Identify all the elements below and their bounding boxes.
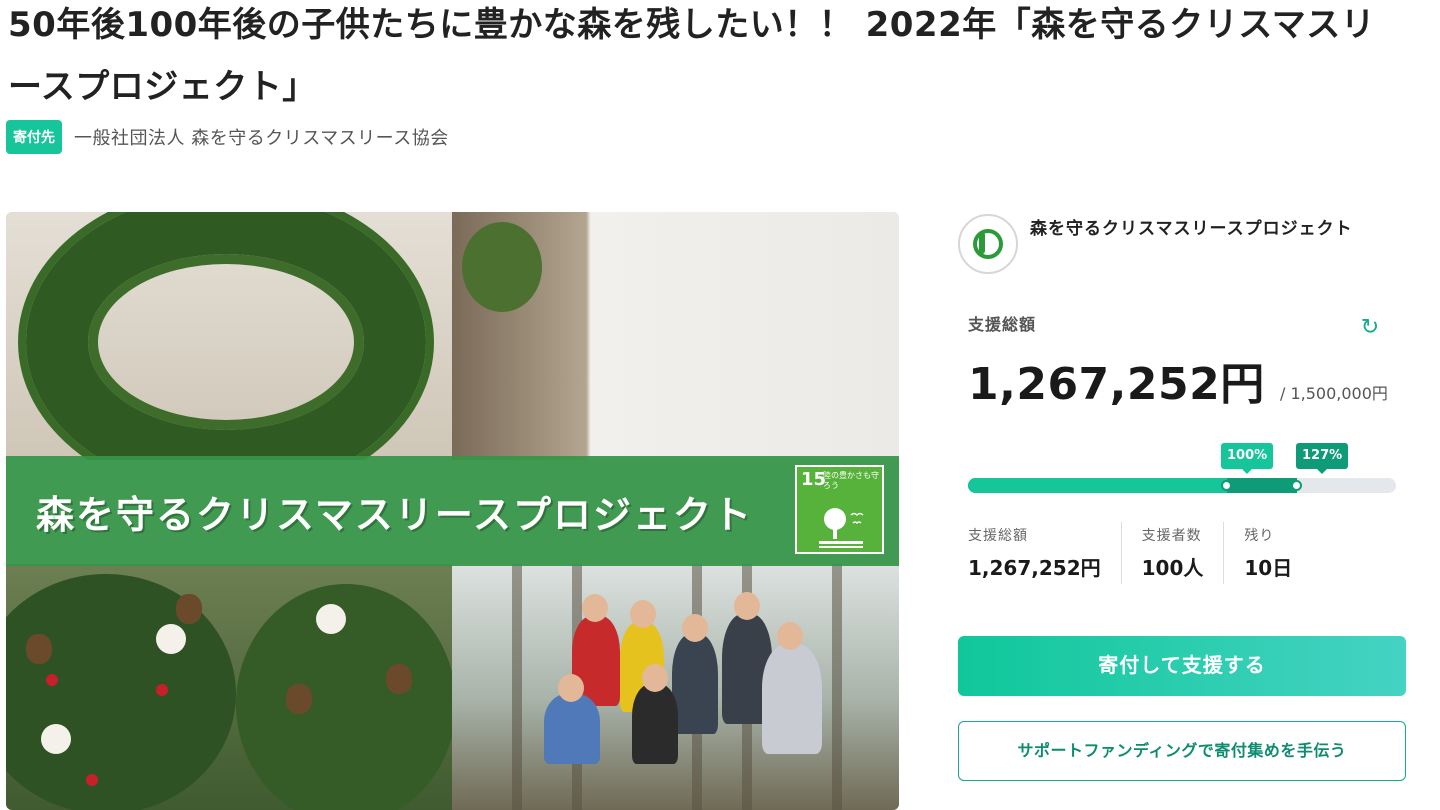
- head-shape: [558, 674, 584, 702]
- pinecone-shape: [386, 664, 412, 694]
- recipient-badge: 寄付先: [6, 120, 62, 154]
- pinecone-shape: [286, 684, 312, 714]
- tree-circle-logo-icon[interactable]: [958, 214, 1018, 274]
- logo-leaf: [979, 232, 985, 254]
- stat-supporters: 支援者数 100人: [1142, 522, 1225, 584]
- head-shape: [734, 592, 760, 620]
- photo-group-forest: [452, 564, 899, 810]
- pinecone-shape: [26, 634, 52, 664]
- refresh-icon[interactable]: ↻: [1358, 316, 1382, 340]
- cotton-shape: [316, 604, 346, 634]
- stat-remaining: 残り 10日: [1244, 522, 1312, 584]
- progress-tag-current: 127%: [1296, 443, 1349, 474]
- pinecone-shape: [176, 594, 202, 624]
- stat-total: 支援総額 1,267,252円: [968, 522, 1122, 584]
- stat-label: 支援者数: [1141, 528, 1202, 544]
- hero-banner-text: 森を守るクリスマスリースプロジェクト: [36, 493, 753, 537]
- plant-shape: [462, 222, 542, 312]
- head-shape: [682, 614, 708, 642]
- head-shape: [630, 600, 656, 628]
- progress-tag-goal: 100%: [1221, 443, 1274, 474]
- total-label: 支援総額: [968, 315, 1037, 334]
- goal-amount: / 1,500,000円: [1280, 384, 1388, 403]
- tree-trunk: [832, 564, 842, 810]
- cotton-shape: [41, 724, 71, 754]
- cotton-shape: [156, 624, 186, 654]
- head-shape: [642, 664, 668, 692]
- total-amount: 1,267,252円: [968, 359, 1265, 410]
- head-shape: [582, 594, 608, 622]
- donate-button[interactable]: 寄付して支援する: [958, 636, 1406, 696]
- progress-fill-goal: [968, 478, 1228, 493]
- wreath-shape: [26, 212, 426, 460]
- stat-value: 100人: [1141, 556, 1204, 580]
- recipient-row: 寄付先 一般社団法人 森を守るクリスマスリース協会: [6, 120, 449, 154]
- tree-trunk: [512, 564, 522, 810]
- sdg-tree-icon: [819, 508, 864, 548]
- logo-ring: [973, 229, 1003, 259]
- photo-wreath-top-right: [452, 212, 899, 460]
- person-shape: [672, 634, 718, 734]
- photo-wreath-top-left: [6, 212, 452, 460]
- berry-shape: [86, 774, 98, 786]
- project-header: 森を守るクリスマスリースプロジェクト: [958, 214, 1400, 274]
- hero-image: 森を守るクリスマスリースプロジェクト 15 陸の豊かさも守ろう: [6, 212, 899, 810]
- person-shape: [632, 684, 678, 764]
- recipient-org-link[interactable]: 一般社団法人 森を守るクリスマスリース協会: [74, 124, 449, 150]
- photo-wreath-bottom-left: [6, 564, 452, 810]
- berry-shape: [156, 684, 168, 696]
- page-title: 50年後100年後の子供たちに豊かな森を残したい！！ 2022年「森を守るクリス…: [8, 5, 1376, 107]
- berry-shape: [46, 674, 58, 686]
- person-shape: [762, 644, 822, 754]
- stat-label: 残り: [1244, 528, 1275, 544]
- page: 50年後100年後の子供たちに豊かな森を残したい！！ 2022年「森を守るクリス…: [0, 0, 1440, 810]
- stat-value: 1,267,252円: [968, 556, 1101, 580]
- head-shape: [777, 622, 803, 650]
- stat-label: 支援総額: [968, 528, 1028, 544]
- support-funding-button[interactable]: サポートファンディングで寄付集めを手伝う: [958, 721, 1406, 781]
- sdg-text: 陸の豊かさも守ろう: [823, 471, 879, 490]
- stats-row: 支援総額 1,267,252円 支援者数 100人 残り 10日: [968, 522, 1332, 584]
- project-name-link[interactable]: 森を守るクリスマスリースプロジェクト: [1030, 214, 1400, 274]
- person-shape: [544, 694, 600, 764]
- sdg-badge: 15 陸の豊かさも守ろう: [795, 465, 884, 554]
- stat-value: 10日: [1244, 556, 1293, 580]
- progress-bar: [968, 478, 1396, 493]
